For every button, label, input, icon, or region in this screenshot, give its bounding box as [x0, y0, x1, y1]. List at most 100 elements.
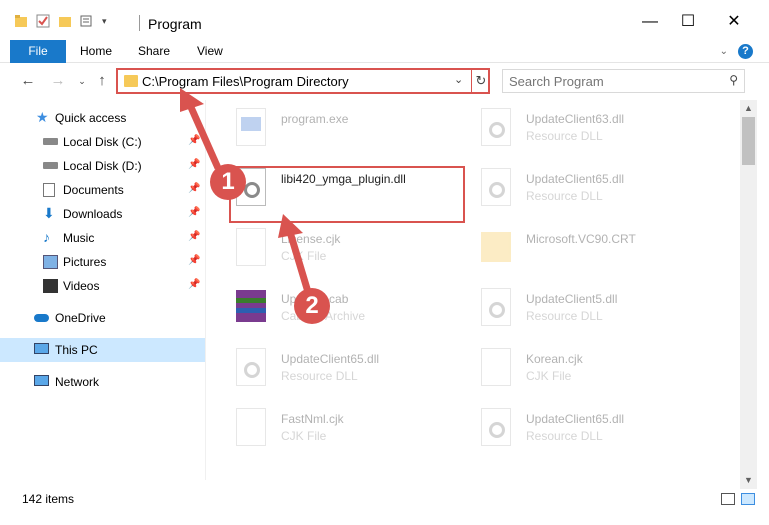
large-icons-view-icon[interactable] [741, 493, 755, 505]
dll-icon [479, 106, 513, 146]
list-item[interactable]: License.cjk CJK File [234, 226, 474, 282]
properties-icon[interactable] [36, 14, 50, 28]
sidebar-item-label: Pictures [63, 255, 107, 269]
list-item[interactable]: program.exe [234, 106, 474, 162]
forward-arrow-icon[interactable]: → [50, 73, 66, 89]
pin-icon: 📌 [188, 159, 201, 170]
address-bar[interactable]: C:\Program Files\Program Directory ⌄ ↻ [116, 68, 490, 94]
chevron-down-icon[interactable]: ⌄ [454, 73, 463, 86]
sidebar-item-documents[interactable]: Documents 📌 [0, 178, 205, 202]
music-icon: ♪ [43, 229, 50, 245]
sidebar-item-onedrive[interactable]: OneDrive [0, 306, 205, 330]
title-separator [139, 15, 140, 31]
list-item[interactable]: UpdateClient65.dll Resource DLL [479, 166, 719, 222]
maximize-button[interactable]: ☐ [678, 12, 698, 32]
help-icon[interactable]: ? [738, 44, 753, 59]
view-toggle [721, 493, 755, 505]
tab-view[interactable]: View [197, 40, 223, 63]
file-type: CJK File [281, 249, 327, 263]
sidebar-item-label: Network [55, 375, 100, 389]
search-input[interactable] [509, 73, 709, 89]
list-item[interactable]: FastNml.cjk CJK File [234, 406, 474, 462]
scroll-up-icon[interactable]: ▲ [740, 100, 757, 117]
tab-file[interactable]: File [10, 40, 66, 63]
sidebar-item-network[interactable]: Network [0, 370, 205, 394]
pin-icon: 📌 [188, 279, 201, 290]
file-name: UpdateClient65.dll [526, 172, 625, 186]
sidebar-item-videos[interactable]: Videos 📌 [0, 274, 205, 298]
quick-access-toolbar: ▾ [14, 14, 107, 28]
sidebar-item-local-disk-c[interactable]: Local Disk (C:) 📌 [0, 130, 205, 154]
search-box[interactable]: ⚲ [502, 69, 745, 93]
list-item[interactable]: Korean.cjk CJK File [479, 346, 719, 402]
tab-home[interactable]: Home [80, 40, 112, 63]
list-item[interactable]: UpdateClient63.dll Resource DLL [479, 106, 719, 162]
sidebar-item-downloads[interactable]: ⬇ Downloads 📌 [0, 202, 205, 226]
pin-icon: 📌 [188, 207, 201, 218]
expand-ribbon-icon[interactable]: ⌄ [720, 46, 728, 57]
file-name: Korean.cjk [526, 352, 583, 366]
customize-toolbar-icon[interactable] [80, 14, 94, 28]
file-type: CJK File [281, 429, 327, 443]
details-view-icon[interactable] [721, 493, 735, 505]
drive-icon [43, 138, 58, 145]
chevron-down-icon[interactable]: ▾ [102, 16, 107, 27]
sidebar-item-label: This PC [55, 343, 98, 357]
step-2-badge: 2 [294, 288, 330, 324]
file-type: Resource DLL [281, 369, 358, 383]
back-arrow-icon[interactable]: ← [20, 73, 36, 89]
ribbon: File Home Share View ⌄ ? [0, 40, 769, 63]
list-item[interactable]: UpdateClient65.dll Resource DLL [234, 346, 474, 402]
status-bar: 142 items [0, 489, 769, 511]
file-icon [479, 346, 513, 386]
sidebar-item-local-disk-d[interactable]: Local Disk (D:) 📌 [0, 154, 205, 178]
address-path[interactable]: C:\Program Files\Program Directory [142, 74, 349, 89]
sidebar-item-quick-access[interactable]: ★ Quick access [0, 106, 205, 130]
minimize-button[interactable]: — [640, 12, 660, 32]
search-icon[interactable]: ⚲ [729, 73, 738, 87]
pin-icon: 📌 [188, 255, 201, 266]
vertical-scrollbar[interactable]: ▲ ▼ [740, 100, 757, 489]
sidebar-item-pictures[interactable]: Pictures 📌 [0, 250, 205, 274]
list-item[interactable]: Updates.cab Cabinet Archive [234, 286, 474, 342]
computer-icon [34, 343, 49, 354]
folder-icon[interactable] [14, 14, 28, 28]
new-folder-icon[interactable] [58, 14, 72, 28]
file-type: Resource DLL [526, 129, 603, 143]
file-name: program.exe [281, 112, 349, 126]
list-item[interactable]: UpdateClient65.dll Resource DLL [479, 406, 719, 462]
file-name: UpdateClient65.dll [281, 352, 380, 366]
file-name: UpdateClient65.dll [526, 412, 625, 426]
tab-share[interactable]: Share [138, 40, 170, 63]
videos-icon [43, 279, 58, 293]
sidebar-item-label: Downloads [63, 207, 123, 221]
file-name: FastNml.cjk [281, 412, 344, 426]
recent-locations-icon[interactable]: ⌄ [74, 73, 90, 89]
list-item[interactable]: UpdateClient5.dll Resource DLL [479, 286, 719, 342]
file-icon [234, 226, 268, 266]
drive-icon [43, 162, 58, 169]
star-icon: ★ [36, 109, 49, 125]
close-button[interactable]: ✕ [724, 12, 744, 32]
file-name: License.cjk [281, 232, 341, 246]
dll-icon [234, 346, 268, 386]
pin-icon: 📌 [188, 183, 201, 194]
sidebar-item-label: Local Disk (C:) [63, 135, 142, 149]
sidebar-item-this-pc[interactable]: This PC [0, 338, 205, 362]
sidebar-item-label: Music [63, 231, 95, 245]
sidebar-item-music[interactable]: ♪ Music 📌 [0, 226, 205, 250]
file-name: Microsoft.VC90.CRT [526, 232, 636, 246]
dll-icon [479, 406, 513, 446]
scroll-thumb[interactable] [742, 117, 755, 165]
file-name: UpdateClient63.dll [526, 112, 625, 126]
item-count: 142 items [22, 492, 75, 506]
file-type: Resource DLL [526, 309, 603, 323]
list-item[interactable]: Microsoft.VC90.CRT [479, 226, 719, 282]
dll-icon [479, 166, 513, 206]
up-arrow-icon[interactable]: ↑ [94, 73, 110, 89]
sidebar-item-label: OneDrive [55, 311, 106, 325]
step-1-badge: 1 [210, 164, 246, 200]
exe-icon [234, 106, 268, 146]
refresh-icon[interactable]: ↻ [471, 70, 490, 92]
scroll-down-icon[interactable]: ▼ [740, 472, 757, 489]
